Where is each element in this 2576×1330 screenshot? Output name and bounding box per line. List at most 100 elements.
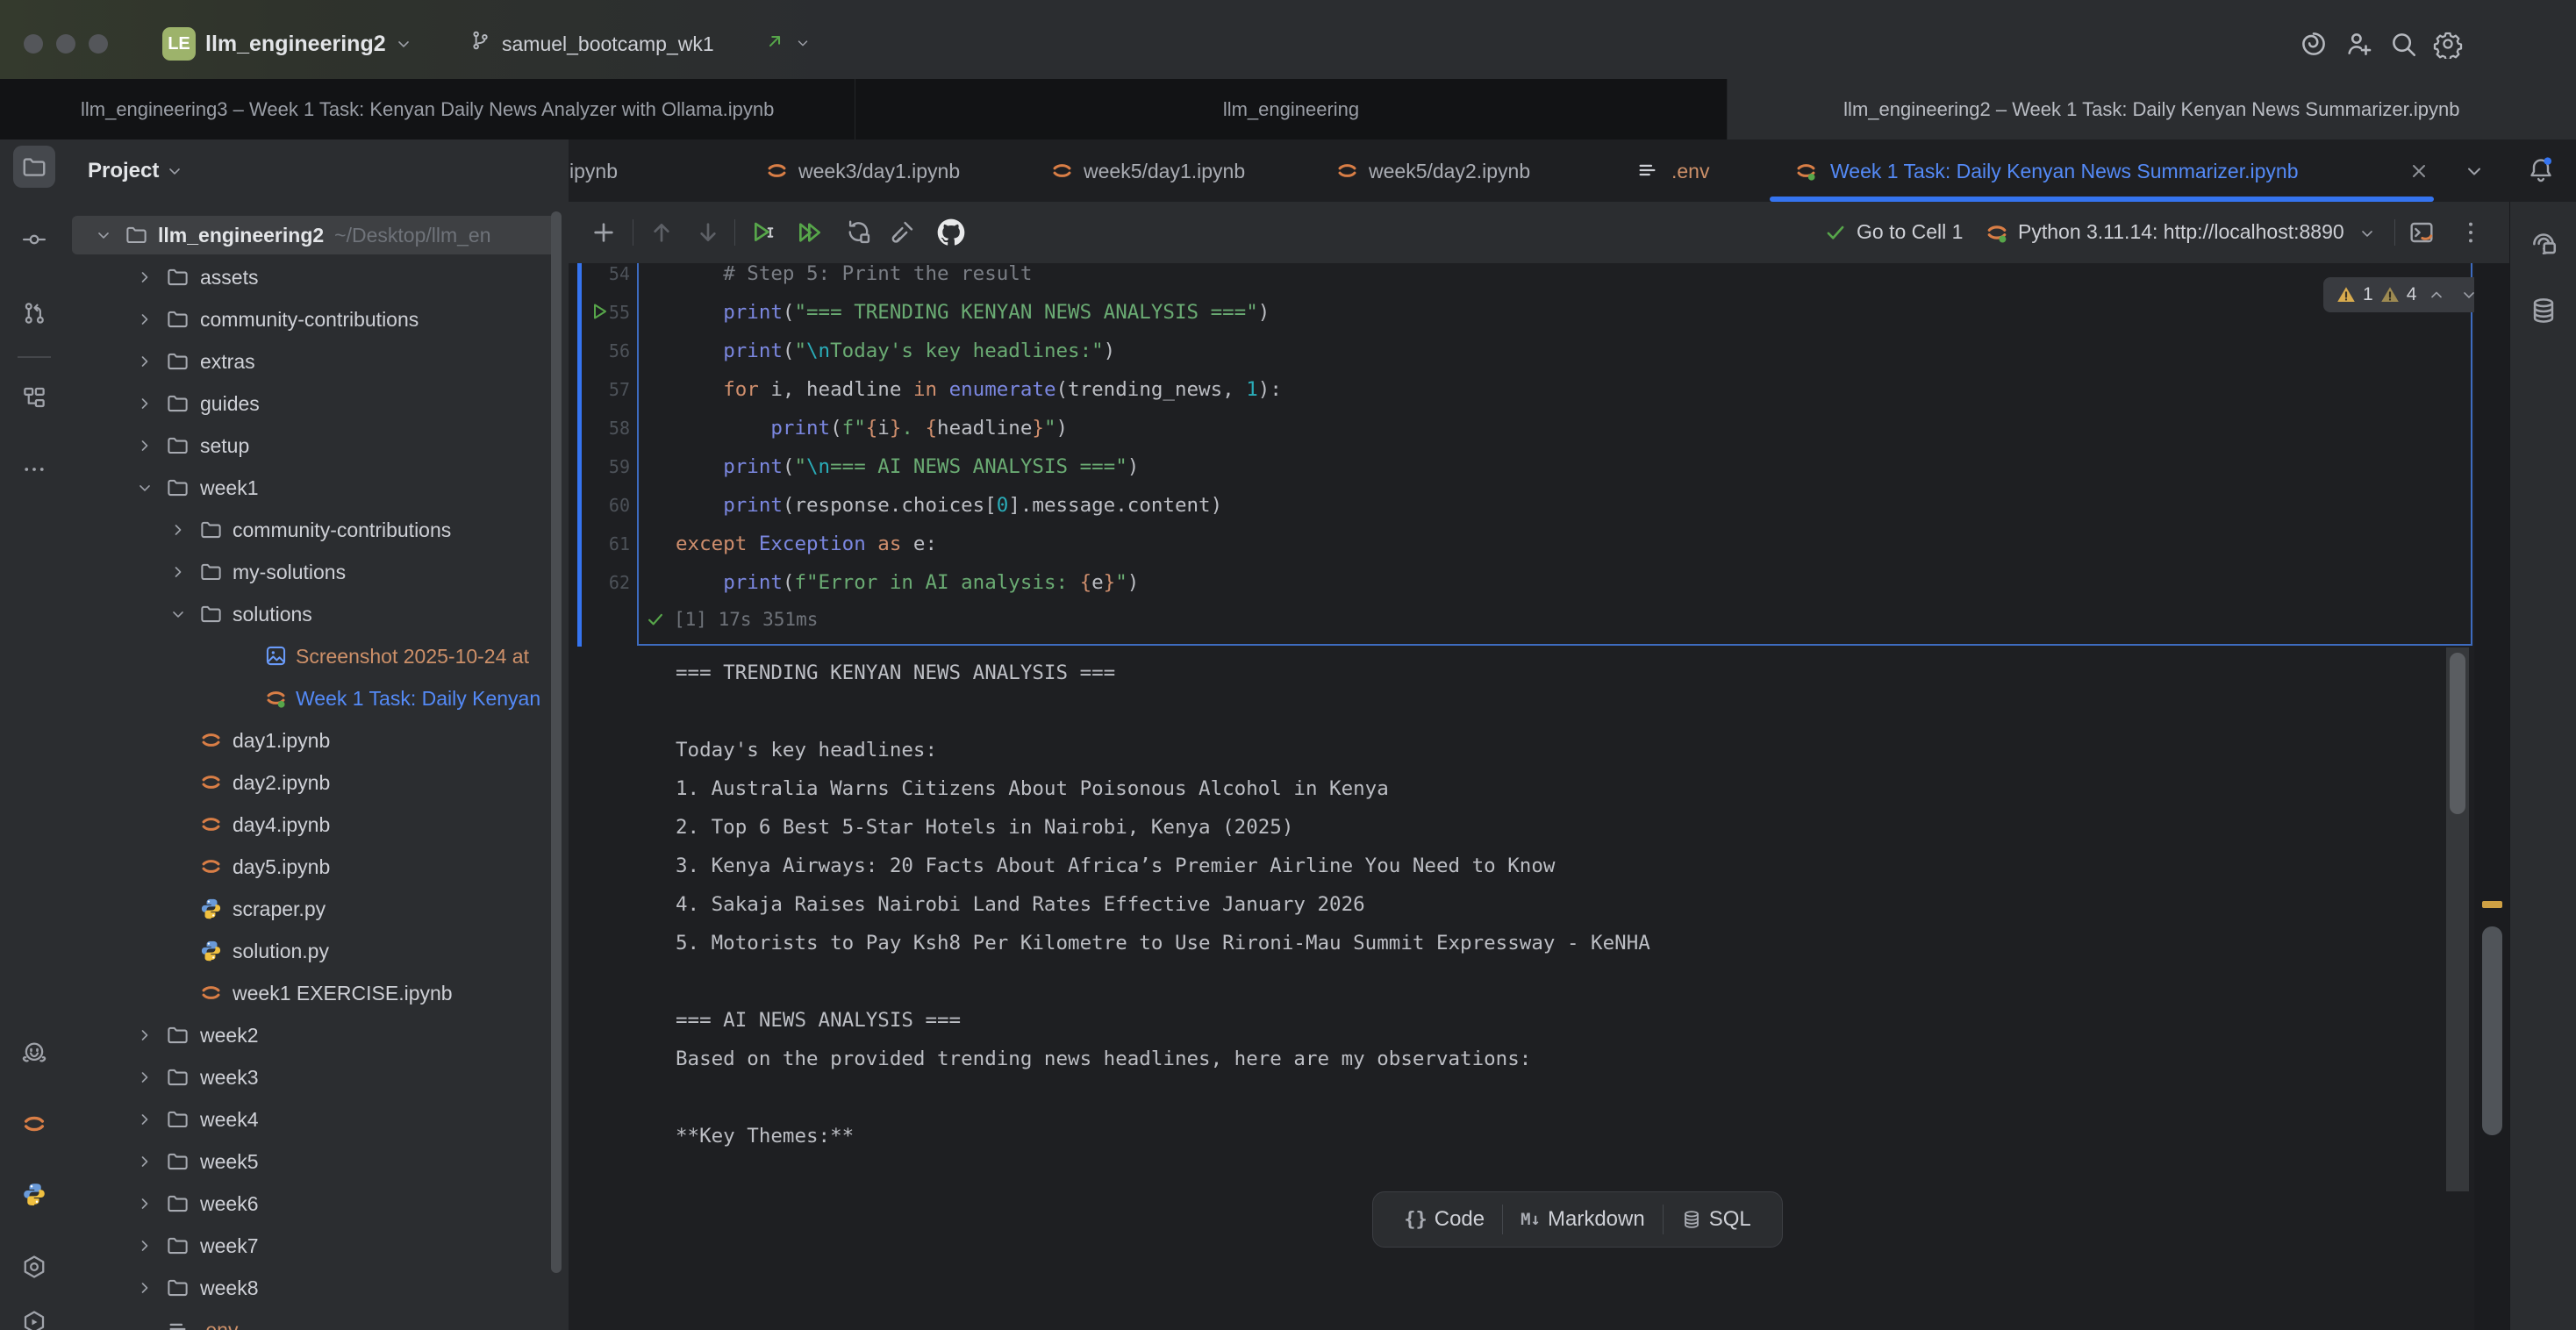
tree-item-week3[interactable]: week3 <box>68 1056 569 1098</box>
window-tab-1[interactable]: llm_engineering3 – Week 1 Task: Kenyan D… <box>0 79 855 139</box>
editor-tab-3[interactable]: week5/day1.ipynb <box>1084 160 1245 183</box>
tree-item-label: day5.ipynb <box>233 855 330 879</box>
tree-item-week2[interactable]: week2 <box>68 1014 569 1056</box>
window-tab-label: llm_engineering3 – Week 1 Task: Kenyan D… <box>81 98 774 121</box>
notebook-editor[interactable]: 545556575859606162 # Step 5: Print the r… <box>569 263 2509 1330</box>
tree-item-screenshot-2025-10-24-at[interactable]: Screenshot 2025-10-24 at <box>68 635 569 677</box>
add-markdown-cell-button[interactable]: M↓ Markdown <box>1503 1192 1663 1247</box>
tool-structure-icon[interactable] <box>21 384 47 411</box>
go-to-cell-button[interactable]: Go to Cell 1 <box>1857 220 1963 244</box>
tool-python-packages-icon[interactable] <box>21 1254 47 1280</box>
settings-gear-icon[interactable] <box>2433 29 2463 59</box>
search-icon[interactable] <box>2388 29 2418 59</box>
tree-item-week4[interactable]: week4 <box>68 1098 569 1141</box>
github-icon[interactable] <box>937 218 965 247</box>
prev-inspection-icon[interactable] <box>2428 286 2445 304</box>
tree-item-llm-engineering2[interactable]: llm_engineering2~/Desktop/llm_en <box>68 214 569 256</box>
tree-item-community-contributions[interactable]: community-contributions <box>68 509 569 551</box>
chevron-right-icon <box>136 311 154 328</box>
tool-commit-icon[interactable] <box>21 226 47 253</box>
editor-scrollbar-thumb[interactable] <box>2482 926 2502 1135</box>
tool-more-dots-icon[interactable] <box>21 456 47 483</box>
project-scrollbar[interactable] <box>551 211 562 1273</box>
tree-item-week-1-task-daily-kenyan[interactable]: Week 1 Task: Daily Kenyan <box>68 677 569 719</box>
clear-outputs-icon[interactable] <box>888 218 916 247</box>
branch-icon <box>469 29 491 52</box>
tree-item-community-contributions[interactable]: community-contributions <box>68 298 569 340</box>
window-zoom-button[interactable] <box>89 34 108 54</box>
editor-tab-5[interactable]: .env <box>1671 160 1709 183</box>
vcs-branch-widget[interactable]: samuel_bootcamp_wk1 <box>502 32 714 56</box>
chevron-right-icon <box>136 1237 154 1255</box>
tool-pull-requests-icon[interactable] <box>21 300 47 326</box>
notifications-bell-icon[interactable] <box>2527 155 2555 183</box>
window-minimize-button[interactable] <box>56 34 75 54</box>
add-sql-cell-button[interactable]: SQL <box>1664 1192 1769 1247</box>
tree-item-solutions[interactable]: solutions <box>68 593 569 635</box>
warning-stripe-mark[interactable] <box>2482 901 2502 908</box>
move-cell-down-icon[interactable] <box>694 218 722 247</box>
editor-tab-1[interactable]: ipynb <box>569 160 618 183</box>
tree-item-week5[interactable]: week5 <box>68 1141 569 1183</box>
tree-item-guides[interactable]: guides <box>68 383 569 425</box>
tool-hexagon-play-icon[interactable] <box>21 1309 47 1330</box>
tool-project-folder-icon[interactable] <box>21 154 47 180</box>
more-options-icon[interactable] <box>2457 218 2485 247</box>
tree-item-day1-ipynb[interactable]: day1.ipynb <box>68 719 569 762</box>
tree-item-week1-exercise-ipynb[interactable]: week1 EXERCISE.ipynb <box>68 972 569 1014</box>
tree-item-day4-ipynb[interactable]: day4.ipynb <box>68 804 569 846</box>
tree-item-week7[interactable]: week7 <box>68 1225 569 1267</box>
interpreter-selector[interactable]: Python 3.11.14: http://localhost:8890 <box>2018 220 2344 244</box>
tree-item-label: my-solutions <box>233 561 346 584</box>
move-cell-up-icon[interactable] <box>648 218 676 247</box>
chevron-down-icon[interactable] <box>2464 161 2485 182</box>
chevron-down-icon[interactable] <box>166 162 183 180</box>
tree-item-my-solutions[interactable]: my-solutions <box>68 551 569 593</box>
editor-tab-6[interactable]: Week 1 Task: Daily Kenyan News Summarize… <box>1830 160 2298 183</box>
tree-item-week8[interactable]: week8 <box>68 1267 569 1309</box>
editor-tab-2[interactable]: week3/day1.ipynb <box>798 160 960 183</box>
tool-python-icon[interactable] <box>21 1181 47 1207</box>
window-tab-2[interactable]: llm_engineering <box>855 79 1727 139</box>
tree-item-extras[interactable]: extras <box>68 340 569 383</box>
env-icon <box>1635 159 1659 182</box>
window-close-button[interactable] <box>24 34 43 54</box>
tree-item-label: solutions <box>233 603 312 626</box>
tree-item-day2-ipynb[interactable]: day2.ipynb <box>68 762 569 804</box>
add-cell-icon[interactable] <box>590 218 618 247</box>
tree-item-assets[interactable]: assets <box>68 256 569 298</box>
jupyter-console-icon[interactable] <box>2408 218 2436 247</box>
project-switcher[interactable]: llm_engineering2 <box>205 32 386 57</box>
add-code-cell-button[interactable]: {} Code <box>1386 1192 1502 1247</box>
folder-icon <box>166 1191 190 1215</box>
restart-kernel-icon[interactable] <box>845 218 873 247</box>
ai-swirl-icon[interactable] <box>2299 29 2329 59</box>
tree-item-label: guides <box>200 392 260 416</box>
inspections-widget[interactable]: 1 4 <box>2323 277 2490 312</box>
window-tab-3[interactable]: llm_engineering2 – Week 1 Task: Daily Ke… <box>1728 79 2576 139</box>
tool-hugging-face-icon[interactable] <box>21 1040 47 1066</box>
add-user-icon[interactable] <box>2344 29 2374 59</box>
chevron-down-icon[interactable] <box>2358 225 2376 242</box>
tree-item-week1[interactable]: week1 <box>68 467 569 509</box>
window-tab-bar: llm_engineering3 – Week 1 Task: Kenyan D… <box>0 79 2576 139</box>
output-scrollbar-thumb[interactable] <box>2450 653 2465 814</box>
tree-item-setup[interactable]: setup <box>68 425 569 467</box>
add-markdown-cell-label: Markdown <box>1548 1207 1645 1232</box>
database-icon[interactable] <box>2529 296 2558 325</box>
project-badge[interactable]: LE <box>162 27 196 61</box>
last-run-marker-icon[interactable] <box>590 301 611 322</box>
tree-item-scraper-py[interactable]: scraper.py <box>68 888 569 930</box>
tree-item-label: community-contributions <box>233 518 451 542</box>
run-cell-icon[interactable] <box>749 218 777 247</box>
close-icon[interactable] <box>2408 161 2429 182</box>
run-all-cells-icon[interactable] <box>796 218 824 247</box>
editor-tab-4[interactable]: week5/day2.ipynb <box>1369 160 1530 183</box>
tool-jupyter-icon[interactable] <box>21 1111 47 1137</box>
tree-item-env[interactable]: .env <box>68 1309 569 1330</box>
tree-item-solution-py[interactable]: solution.py <box>68 930 569 972</box>
code-cell[interactable]: # Step 5: Print the result print("=== TR… <box>676 263 1282 602</box>
tree-item-week6[interactable]: week6 <box>68 1183 569 1225</box>
ai-assistant-icon[interactable] <box>2529 227 2558 257</box>
tree-item-day5-ipynb[interactable]: day5.ipynb <box>68 846 569 888</box>
